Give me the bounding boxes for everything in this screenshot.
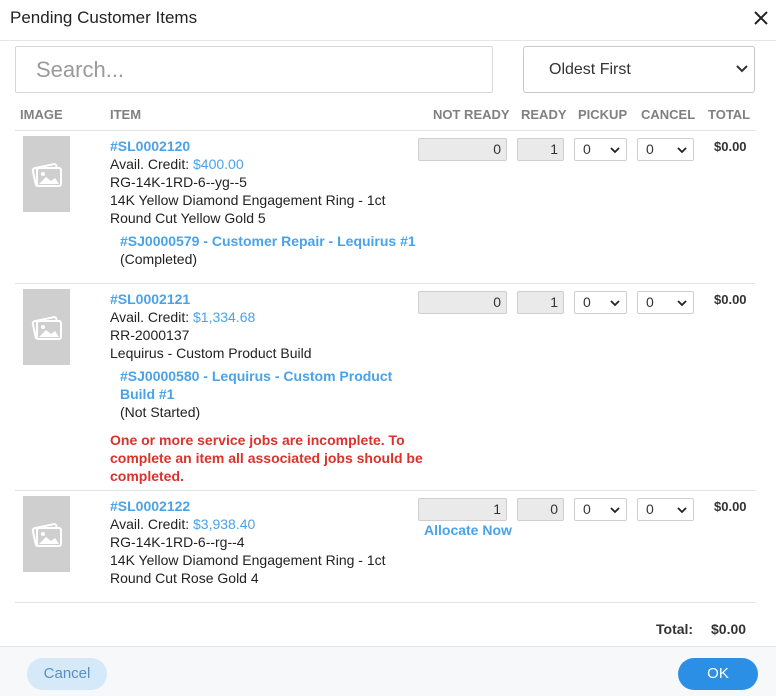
divider (15, 602, 755, 603)
column-header-total: TOTAL (708, 107, 751, 122)
divider (15, 130, 755, 131)
divider (15, 490, 755, 491)
chevron-down-icon (736, 65, 748, 73)
credit-label: Avail. Credit: (110, 309, 190, 325)
row-total: $0.00 (714, 139, 747, 154)
error-message-line3: completed. (110, 468, 184, 484)
service-job-status: (Not Started) (120, 404, 201, 420)
dialog-header: Pending Customer Items (0, 0, 776, 41)
column-header-cancel: CANCEL (641, 107, 696, 122)
pickup-select[interactable]: 0 (574, 138, 627, 161)
ready-qty[interactable]: 1 (517, 291, 564, 314)
service-job-link-line2[interactable]: Build #1 (120, 385, 174, 403)
chevron-down-icon (610, 147, 620, 154)
pickup-select[interactable]: 0 (574, 291, 627, 314)
dialog-title: Pending Customer Items (10, 8, 198, 27)
credit-label: Avail. Credit: (110, 516, 190, 532)
cancel-value: 0 (646, 294, 654, 310)
pickup-value: 0 (583, 294, 591, 310)
item-code: RG-14K-1RD-6--yg--5 (110, 174, 247, 190)
pickup-value: 0 (583, 141, 591, 157)
cancel-button[interactable]: Cancel (27, 658, 107, 690)
not-ready-qty[interactable]: 0 (418, 291, 507, 314)
ready-qty[interactable]: 1 (517, 138, 564, 161)
credit-value: $400.00 (193, 156, 244, 172)
image-placeholder-icon (23, 289, 70, 365)
pickup-select[interactable]: 0 (574, 498, 627, 521)
item-code: RG-14K-1RD-6--rg--4 (110, 534, 245, 550)
service-job-link[interactable]: #SJ0000580 - Lequirus - Custom Product (120, 367, 392, 385)
chevron-down-icon (677, 300, 687, 307)
item-sku-link[interactable]: #SL0002120 (110, 137, 190, 155)
column-header-not-ready: NOT READY (433, 107, 510, 122)
column-header-ready: READY (521, 107, 567, 122)
pickup-value: 0 (583, 501, 591, 517)
sort-selected-value: Oldest First (549, 61, 631, 78)
item-description: Lequirus - Custom Product Build (110, 345, 312, 361)
close-icon[interactable] (751, 8, 771, 28)
cancel-select[interactable]: 0 (637, 291, 694, 314)
column-header-image: IMAGE (20, 107, 63, 122)
error-message: One or more service jobs are incomplete.… (110, 432, 405, 448)
item-description: 14K Yellow Diamond Engagement Ring - 1ct (110, 192, 386, 208)
column-header-pickup: PICKUP (578, 107, 628, 122)
cancel-select[interactable]: 0 (637, 498, 694, 521)
cancel-select[interactable]: 0 (637, 138, 694, 161)
cancel-value: 0 (646, 501, 654, 517)
ready-qty[interactable]: 0 (517, 498, 564, 521)
ok-button[interactable]: OK (678, 658, 758, 690)
item-sku-link[interactable]: #SL0002121 (110, 290, 190, 308)
grand-total-label: Total: (656, 621, 694, 637)
dialog-footer (0, 646, 776, 696)
service-job-link[interactable]: #SJ0000579 - Customer Repair - Lequirus … (120, 232, 416, 250)
chevron-down-icon (610, 507, 620, 514)
chevron-down-icon (677, 147, 687, 154)
chevron-down-icon (610, 300, 620, 307)
image-placeholder-icon (23, 496, 70, 572)
item-description-line2: Round Cut Rose Gold 4 (110, 570, 259, 586)
row-total: $0.00 (714, 499, 747, 514)
error-message-line2: complete an item all associated jobs sho… (110, 450, 423, 466)
image-placeholder-icon (23, 136, 70, 212)
not-ready-qty[interactable]: 0 (418, 138, 507, 161)
not-ready-qty[interactable]: 1 (418, 498, 507, 521)
row-total: $0.00 (714, 292, 747, 307)
item-sku-link[interactable]: #SL0002122 (110, 497, 190, 515)
cancel-value: 0 (646, 141, 654, 157)
item-code: RR-2000137 (110, 327, 190, 343)
sort-select[interactable]: Oldest First (523, 46, 755, 93)
service-job-status: (Completed) (120, 251, 198, 267)
credit-value: $1,334.68 (193, 309, 256, 325)
grand-total-value: $0.00 (711, 621, 747, 637)
item-description: 14K Yellow Diamond Engagement Ring - 1ct (110, 552, 386, 568)
search-input[interactable] (15, 46, 493, 93)
credit-value: $3,938.40 (193, 516, 256, 532)
divider (15, 283, 755, 284)
item-description-line2: Round Cut Yellow Gold 5 (110, 210, 266, 226)
chevron-down-icon (677, 507, 687, 514)
column-header-item: ITEM (110, 107, 142, 122)
allocate-now-link[interactable]: Allocate Now (424, 522, 512, 538)
credit-label: Avail. Credit: (110, 156, 190, 172)
